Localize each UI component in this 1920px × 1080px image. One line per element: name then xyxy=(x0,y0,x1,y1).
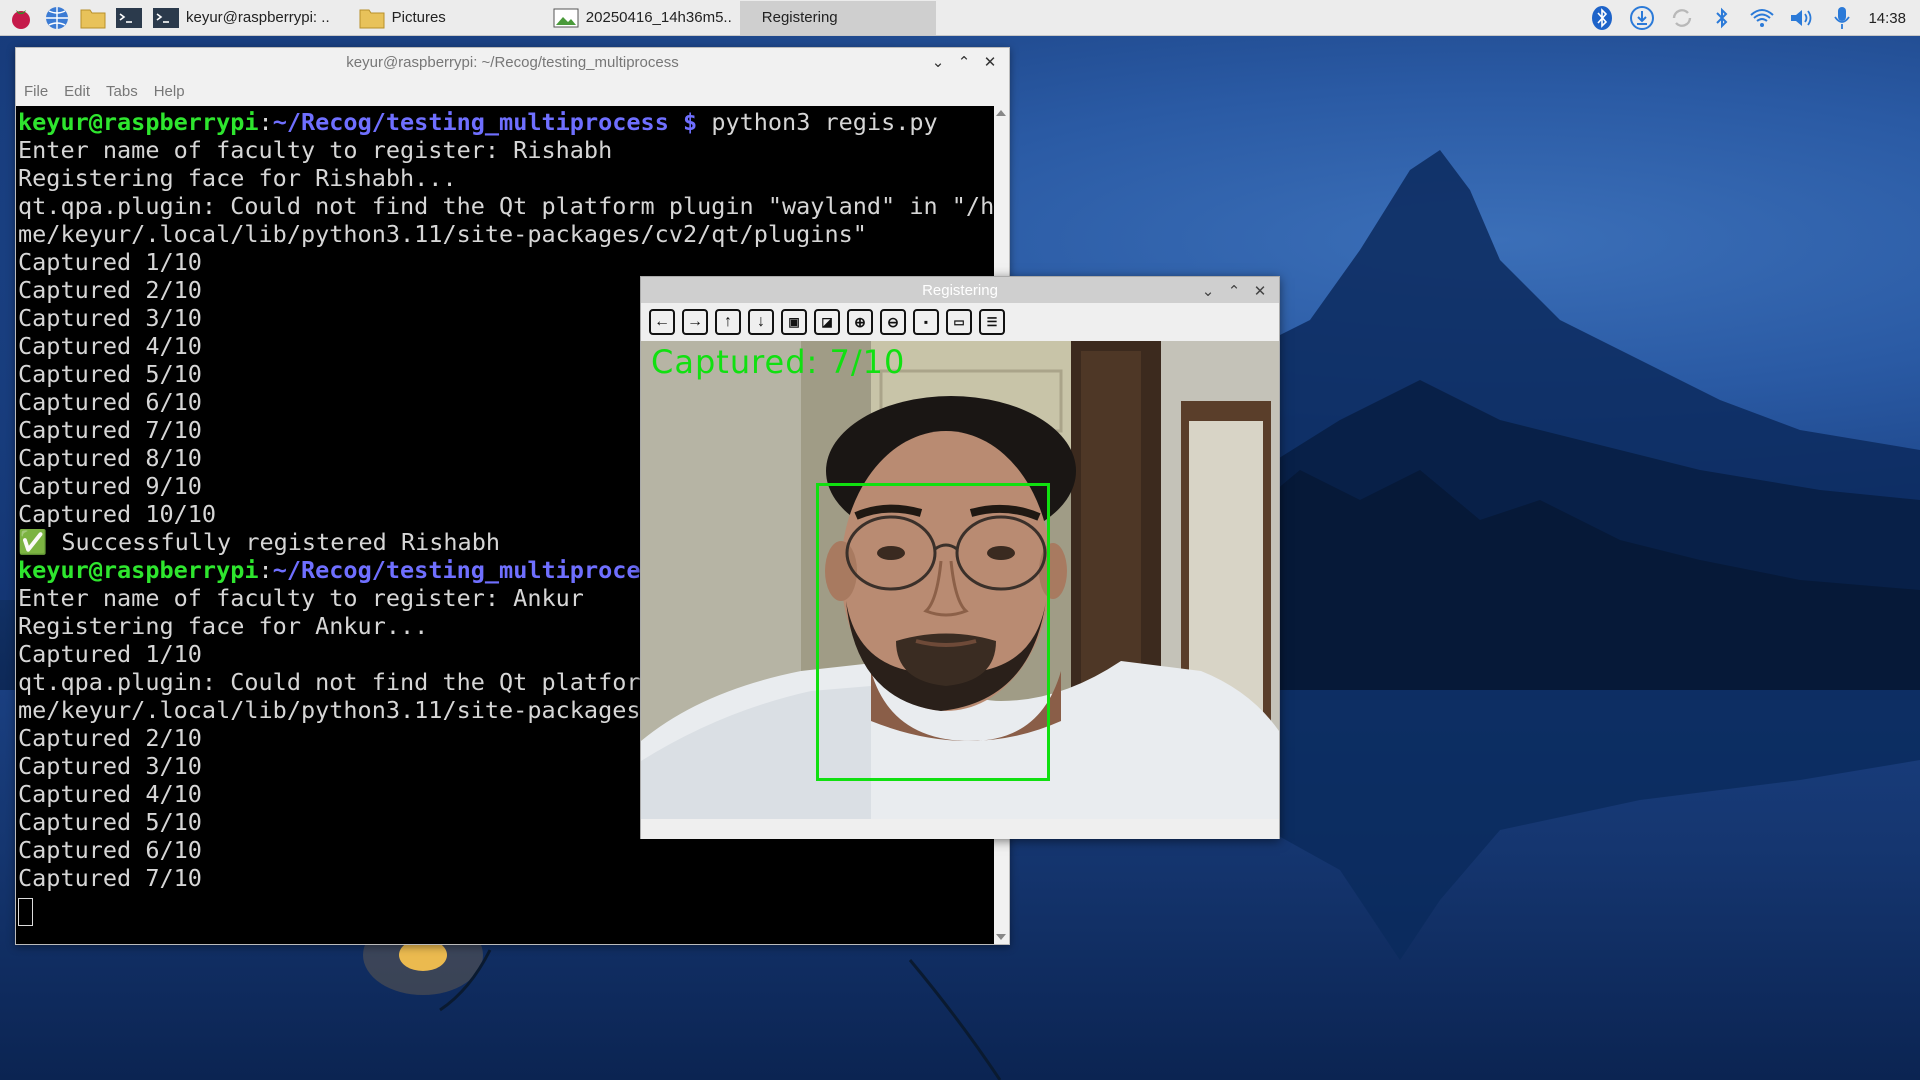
registering-window: Registering ⌄ ⌃ ✕ ← → ↑ ↓ ▣ ◪ ⊕ ⊖ ▪ ▭ ☰ xyxy=(640,276,1280,839)
maximize-icon[interactable]: ⌃ xyxy=(951,53,977,71)
maximize-icon[interactable]: ⌃ xyxy=(1221,282,1247,300)
task-pictures[interactable]: Pictures xyxy=(350,1,454,35)
terminal-cursor xyxy=(18,898,33,926)
face-detection-box xyxy=(816,483,1050,781)
task-label: 20250416_14h36m5.. xyxy=(585,9,732,26)
properties-icon[interactable]: ☰ xyxy=(979,309,1005,335)
web-browser-icon[interactable] xyxy=(42,3,72,33)
task-image-viewer[interactable]: 20250416_14h36m5.. xyxy=(544,1,740,35)
raspberry-menu-icon[interactable] xyxy=(6,3,36,33)
file-manager-icon[interactable] xyxy=(78,3,108,33)
capture-counter-overlay: Captured: 7/10 xyxy=(651,343,906,381)
terminal-output-line: me/keyur/.local/lib/python3.11/site-pack… xyxy=(18,220,867,248)
forward-icon[interactable]: → xyxy=(682,309,708,335)
up-icon[interactable]: ↑ xyxy=(715,309,741,335)
menu-help[interactable]: Help xyxy=(154,83,185,100)
task-terminal[interactable]: keyur@raspberrypi: .. xyxy=(144,1,338,35)
terminal-launcher-icon[interactable] xyxy=(114,3,144,33)
clock[interactable]: 14:38 xyxy=(1862,10,1920,27)
terminal-output-line: Captured 6/10 xyxy=(18,836,202,864)
menu-tabs[interactable]: Tabs xyxy=(106,83,138,100)
image-edit-icon[interactable]: ◪ xyxy=(814,309,840,335)
sync-icon[interactable] xyxy=(1662,0,1702,36)
terminal-title: keyur@raspberrypi: ~/Recog/testing_multi… xyxy=(346,53,679,71)
terminal-output-line: Enter name of faculty to register: Risha… xyxy=(18,136,613,164)
terminal-output-line: Captured 1/10 xyxy=(18,248,202,276)
folder-icon xyxy=(358,6,386,30)
window-controls: ⌄ ⌃ ✕ xyxy=(925,48,1003,76)
task-label: Registering xyxy=(761,9,838,26)
terminal-icon xyxy=(152,6,180,30)
system-tray: 14:38 xyxy=(1582,0,1920,36)
registering-titlebar[interactable]: Registering ⌄ ⌃ ✕ xyxy=(641,277,1279,303)
wifi-icon[interactable] xyxy=(1742,0,1782,36)
terminal-output-line: Registering face for Rishabh... xyxy=(18,164,457,192)
updates-icon[interactable] xyxy=(1622,0,1662,36)
down-icon[interactable]: ↓ xyxy=(748,309,774,335)
clipboard-icon[interactable]: ▭ xyxy=(946,309,972,335)
minimize-icon[interactable]: ⌄ xyxy=(1195,282,1221,300)
zoom-in-icon[interactable]: ⊕ xyxy=(847,309,873,335)
back-icon[interactable]: ← xyxy=(649,309,675,335)
task-label: keyur@raspberrypi: .. xyxy=(186,9,330,26)
registering-title: Registering xyxy=(922,281,998,299)
scroll-up-icon[interactable] xyxy=(996,110,1006,116)
task-label: Pictures xyxy=(391,9,446,26)
scroll-down-icon[interactable] xyxy=(996,934,1006,940)
window-controls: ⌄ ⌃ ✕ xyxy=(1195,277,1273,305)
volume-icon[interactable] xyxy=(1782,0,1822,36)
minimize-icon[interactable]: ⌄ xyxy=(925,53,951,71)
terminal-output-line: qt.qpa.plugin: Could not find the Qt pla… xyxy=(18,192,996,220)
bluetooth-status-icon[interactable] xyxy=(1702,0,1742,36)
terminal-titlebar[interactable]: keyur@raspberrypi: ~/Recog/testing_multi… xyxy=(16,48,1009,76)
terminal-menubar: File Edit Tabs Help xyxy=(16,76,1009,106)
save-icon[interactable]: ▪ xyxy=(913,309,939,335)
prompt-line: keyur@raspberrypi:~/Recog/testing_multip… xyxy=(18,108,938,136)
registering-statusbar xyxy=(641,819,1279,839)
image-icon xyxy=(552,6,580,30)
bluetooth-icon[interactable] xyxy=(1582,0,1622,36)
camera-feed: Captured: 7/10 xyxy=(641,341,1279,819)
task-registering[interactable]: Registering xyxy=(739,0,936,35)
microphone-icon[interactable] xyxy=(1822,0,1862,36)
viewer-toolbar: ← → ↑ ↓ ▣ ◪ ⊕ ⊖ ▪ ▭ ☰ xyxy=(641,303,1279,341)
zoom-out-icon[interactable]: ⊖ xyxy=(880,309,906,335)
terminal-output-line: Captured 7/10 xyxy=(18,864,202,892)
image-icon[interactable]: ▣ xyxy=(781,309,807,335)
taskbar: keyur@raspberrypi: .. Pictures 20250416_… xyxy=(0,0,1920,36)
close-icon[interactable]: ✕ xyxy=(1247,282,1273,300)
menu-edit[interactable]: Edit xyxy=(64,83,90,100)
close-icon[interactable]: ✕ xyxy=(977,53,1003,71)
cursor-line xyxy=(18,892,994,926)
menu-file[interactable]: File xyxy=(24,83,48,100)
